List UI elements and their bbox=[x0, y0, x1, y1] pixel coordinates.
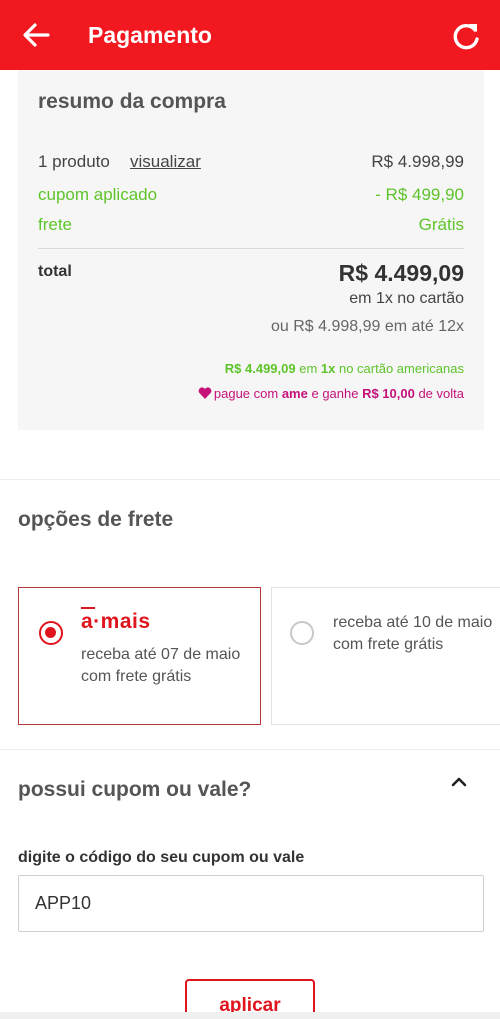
coupon-field-label: digite o código do seu cupom ou vale bbox=[18, 849, 305, 866]
bottom-edge bbox=[0, 1012, 500, 1019]
card-promo-installments: 1x bbox=[320, 361, 336, 376]
radio-selected-icon[interactable] bbox=[39, 621, 63, 645]
ame-cashback-text: pague com ame e ganhe R$ 10,00 de volta bbox=[198, 386, 464, 401]
shipping-option-amais[interactable]: a·mais receba até 07 de maio com frete g… bbox=[18, 587, 261, 725]
shipping-options-title: opções de frete bbox=[18, 508, 174, 531]
shipping-option-description: receba até 10 de maio com frete grátis bbox=[333, 614, 493, 653]
radio-unselected-icon[interactable] bbox=[290, 621, 314, 645]
coupon-applied-label: cupom aplicado bbox=[38, 185, 158, 204]
coupon-section-title: possui cupom ou vale? bbox=[18, 778, 252, 801]
total-label: total bbox=[38, 263, 72, 280]
shipping-option-standard[interactable]: receba até 10 de maio com frete grátis bbox=[271, 587, 500, 725]
arrow-left-icon[interactable] bbox=[20, 18, 52, 52]
ame-heart-icon bbox=[198, 387, 212, 399]
card-promo-amount: R$ 4.499,09 bbox=[224, 361, 296, 376]
page-title: Pagamento bbox=[88, 22, 212, 48]
coupon-code-input[interactable] bbox=[18, 875, 484, 932]
shipping-value: Grátis bbox=[418, 215, 464, 234]
app-header: Pagamento bbox=[0, 0, 500, 70]
products-label: 1 produto bbox=[38, 152, 110, 171]
shipping-label: frete bbox=[38, 215, 73, 234]
card-promo-text: R$ 4.499,09 em 1x no cartão americanas bbox=[224, 361, 464, 376]
coupon-discount-value: - R$ 499,90 bbox=[375, 185, 464, 204]
chevron-up-icon[interactable] bbox=[448, 772, 470, 792]
shipping-option-description: receba até 07 de maio com frete grátis bbox=[81, 646, 241, 685]
ame-brand: ame bbox=[281, 386, 308, 401]
products-value: R$ 4.998,99 bbox=[371, 152, 464, 171]
view-products-link[interactable]: visualizar bbox=[130, 152, 201, 172]
summary-heading: resumo da compra bbox=[38, 90, 226, 113]
amais-logo: a·mais bbox=[81, 607, 151, 634]
section-divider bbox=[0, 749, 500, 750]
ame-cashback-amount: R$ 10,00 bbox=[362, 386, 415, 401]
total-alt-installment-info: ou R$ 4.998,99 em até 12x bbox=[270, 318, 464, 335]
total-installment-info: em 1x no cartão bbox=[349, 290, 464, 307]
refresh-icon[interactable] bbox=[450, 20, 482, 52]
total-value: R$ 4.499,09 bbox=[338, 260, 464, 286]
summary-divider bbox=[38, 248, 464, 249]
purchase-summary: resumo da compra 1 produto visualizar R$… bbox=[18, 70, 484, 430]
section-divider bbox=[0, 479, 500, 480]
